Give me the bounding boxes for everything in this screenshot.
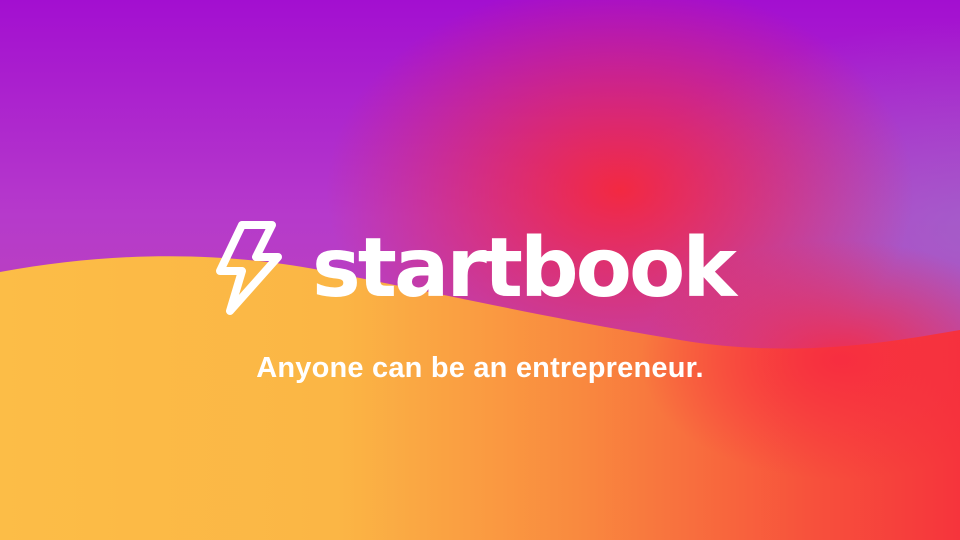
logo: startbook xyxy=(208,214,737,324)
tagline: Anyone can be an entrepreneur. xyxy=(256,352,704,384)
lightning-bolt-icon xyxy=(216,221,282,315)
hero-banner: startbook Anyone can be an entrepreneur. xyxy=(0,0,960,540)
brand-wordmark: startbook xyxy=(312,221,737,316)
